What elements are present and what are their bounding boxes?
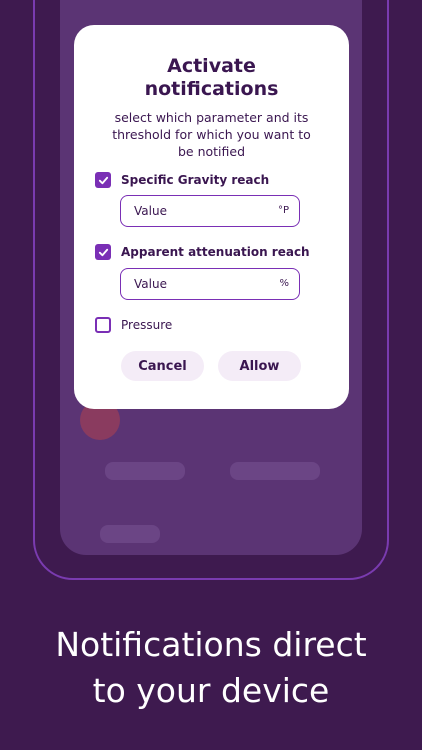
dialog-subtitle-line: select which parameter and its bbox=[114, 110, 309, 125]
option-label: Specific Gravity reach bbox=[121, 173, 270, 187]
notification-dialog: Activate notifications select which para… bbox=[74, 25, 349, 409]
value-placeholder: Value bbox=[134, 277, 167, 291]
option-label: Pressure bbox=[121, 318, 173, 332]
checkbox-pressure[interactable] bbox=[95, 317, 111, 333]
background-tab-placeholder bbox=[105, 462, 185, 480]
dialog-subtitle: select which parameter and its threshold… bbox=[94, 109, 329, 160]
checkmark-icon bbox=[98, 176, 108, 184]
promo-headline: Notifications direct to your device bbox=[0, 622, 422, 714]
apparent-attenuation-value-field[interactable]: Value % bbox=[120, 268, 300, 300]
unit-label: °P bbox=[277, 205, 289, 216]
background-text-placeholder bbox=[100, 525, 160, 543]
value-placeholder: Value bbox=[134, 204, 167, 218]
option-apparent-attenuation[interactable]: Apparent attenuation reach bbox=[95, 243, 310, 261]
option-label: Apparent attenuation reach bbox=[121, 245, 310, 259]
dialog-title: Activate notifications bbox=[74, 55, 349, 101]
dialog-subtitle-line: threshold for which you want to bbox=[112, 127, 311, 142]
dialog-title-line: Activate bbox=[167, 55, 256, 77]
dialog-title-line: notifications bbox=[144, 78, 279, 100]
checkbox-apparent-attenuation[interactable] bbox=[95, 244, 111, 260]
cancel-button[interactable]: Cancel bbox=[121, 351, 204, 381]
promo-headline-line: Notifications direct bbox=[55, 625, 367, 664]
dialog-subtitle-line: be notified bbox=[177, 144, 246, 159]
promo-headline-line: to your device bbox=[92, 671, 330, 710]
checkmark-icon bbox=[98, 248, 108, 256]
allow-button[interactable]: Allow bbox=[218, 351, 301, 381]
specific-gravity-value-field[interactable]: Value °P bbox=[120, 195, 300, 227]
checkbox-specific-gravity[interactable] bbox=[95, 172, 111, 188]
background-tab-placeholder bbox=[230, 462, 320, 480]
option-pressure[interactable]: Pressure bbox=[95, 316, 172, 334]
unit-label: % bbox=[279, 278, 289, 289]
option-specific-gravity[interactable]: Specific Gravity reach bbox=[95, 171, 269, 189]
